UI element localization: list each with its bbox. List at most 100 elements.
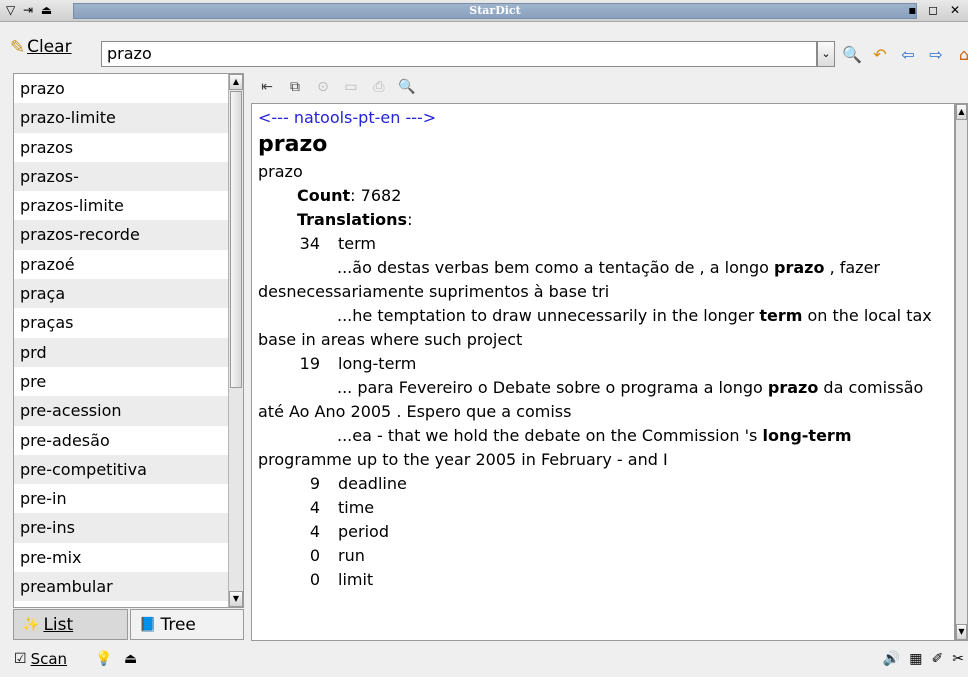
example-highlight: long-term xyxy=(762,426,852,445)
translation-row: 19 long-term xyxy=(258,352,948,376)
word-list-rows: prazo prazo-limite prazos prazos-prazos-lim… xyxy=(14,74,243,602)
tree-icon: 📘 xyxy=(139,616,157,633)
search-in-text-icon[interactable]: 🔍 xyxy=(398,78,416,96)
example-en: ...ea - that we hold the debate on the C… xyxy=(258,424,948,472)
pronounce-icon[interactable]: ⊙ xyxy=(314,78,332,96)
example-en: ...he temptation to draw unnecessarily i… xyxy=(258,304,948,352)
word-list-scrollbar[interactable]: ▲ ▼ xyxy=(228,74,243,607)
word-list-item[interactable]: pre-acession xyxy=(14,396,229,426)
next-icon[interactable]: ⇨ xyxy=(926,44,946,64)
translation-word: period xyxy=(338,522,389,541)
preferences-icon[interactable]: ✐ xyxy=(932,651,944,667)
title-strip[interactable]: StarDict xyxy=(73,3,917,19)
translations-colon: : xyxy=(407,210,413,229)
word-list-item[interactable]: prd xyxy=(14,337,229,367)
translation-word: limit xyxy=(338,570,374,589)
example-text: ... para Fevereiro o Debate sobre o prog… xyxy=(337,378,768,397)
word-list-item[interactable]: pre-in xyxy=(14,484,229,513)
translation-count: 4 xyxy=(309,522,320,541)
clear-button[interactable]: ✎ Clear xyxy=(10,34,72,60)
headword: prazo xyxy=(258,132,328,157)
word-list-item[interactable]: prazo xyxy=(14,74,229,103)
translation-row: 9 deadline xyxy=(258,472,948,496)
search-bar: ✎ Clear prazo ⌄ 🔍 ↶ ⇦ ⇨ ⌂ xyxy=(0,22,968,70)
translation-row: 0 run xyxy=(258,544,948,568)
word-list-item[interactable]: praças xyxy=(14,308,229,337)
status-right-icons: 🔊 ▦ ✐ ✂ xyxy=(883,651,964,667)
window-controls[interactable]: ▪ ◻ ✕ xyxy=(908,2,964,18)
example-pt: ...ão destas verbas bem como a tentação … xyxy=(258,256,948,304)
copy-icon[interactable]: ⧉ xyxy=(286,78,304,96)
example-text: ...ea - that we hold the debate on the C… xyxy=(337,426,763,445)
word-list-item[interactable]: pre-adesão xyxy=(14,426,229,455)
count-value: : 7682 xyxy=(350,186,402,205)
scan-toggle[interactable]: ☑ Scan xyxy=(14,650,67,668)
translation-count: 34 xyxy=(299,234,320,253)
count-line: Count: 7682 xyxy=(258,184,948,208)
translations-label: Translations xyxy=(297,210,408,229)
example-highlight: prazo xyxy=(774,258,825,277)
translation-count: 4 xyxy=(309,498,320,517)
scan-checkbox[interactable]: ☑ xyxy=(14,651,27,667)
translation-word: deadline xyxy=(338,474,407,493)
word-list-item[interactable]: prazoé xyxy=(14,250,229,279)
word-list-item[interactable]: prazos-limite xyxy=(14,191,229,220)
word-list-item[interactable]: preambular xyxy=(14,572,229,602)
word-list-item[interactable]: pre-ins xyxy=(14,513,229,543)
word-list-item[interactable]: prazo-limite xyxy=(14,103,229,133)
dict-manage-icon[interactable]: ▦ xyxy=(909,651,922,667)
previous-icon[interactable]: ⇦ xyxy=(898,44,918,64)
stardict-window: ▽ ⇥ ⏏ StarDict ▪ ◻ ✕ ✎ Clear prazo ⌄ 🔍 ↶… xyxy=(0,0,968,677)
word-list-item[interactable]: prazos-recorde xyxy=(14,220,229,250)
clear-label: Clear xyxy=(27,37,72,57)
scan-label: Scan xyxy=(30,650,68,668)
status-bar: ☑ Scan 💡 ⏏ 🔊 ▦ ✐ ✂ xyxy=(0,645,968,677)
history-dropdown-button[interactable]: ⌄ xyxy=(817,41,835,67)
translation-count: 0 xyxy=(309,546,320,565)
scroll-up-button[interactable]: ▲ xyxy=(229,74,243,90)
scroll-down-button[interactable]: ▼ xyxy=(229,591,243,607)
collapse-icon[interactable]: ⇤ xyxy=(258,78,276,96)
quit-icon[interactable]: ⏏ xyxy=(124,651,137,667)
example-pt: ... para Fevereiro o Debate sobre o prog… xyxy=(258,376,948,424)
list-icon: ✨ xyxy=(22,616,40,633)
home-icon[interactable]: ⌂ xyxy=(954,44,968,64)
tab-tree-label: Tree xyxy=(160,614,196,635)
scroll-down-button[interactable]: ▼ xyxy=(956,624,967,640)
word-list-item[interactable]: praça xyxy=(14,279,229,309)
title-bar: ▽ ⇥ ⏏ StarDict ▪ ◻ ✕ xyxy=(0,0,968,22)
lightbulb-icon[interactable]: 💡 xyxy=(95,651,112,667)
translation-count: 9 xyxy=(309,474,320,493)
tools-icon[interactable]: ✂ xyxy=(952,651,964,667)
window-title: StarDict xyxy=(469,4,521,17)
tab-list-label: List xyxy=(43,614,74,635)
scroll-thumb[interactable] xyxy=(230,91,242,388)
translation-word: long-term xyxy=(338,354,417,373)
find-icon[interactable]: 🔍 xyxy=(842,44,862,64)
definition-toolbar: ⇤ ⧉ ⊙ ▭ ⎙ 🔍 xyxy=(252,75,416,99)
back-icon[interactable]: ↶ xyxy=(870,44,890,64)
example-highlight: term xyxy=(759,306,803,325)
word-list-item[interactable]: prazos xyxy=(14,133,229,162)
search-input[interactable]: prazo xyxy=(101,41,817,67)
window-menu-icons[interactable]: ▽ ⇥ ⏏ xyxy=(6,2,54,18)
tab-tree[interactable]: 📘 Tree xyxy=(130,609,244,640)
view-tabs: ✨ List 📘 Tree xyxy=(13,609,244,641)
translation-count: 19 xyxy=(299,354,320,373)
definition-pane[interactable]: <--- natools-pt-en ---> prazo prazo Coun… xyxy=(251,103,955,641)
translation-count: 0 xyxy=(309,570,320,589)
word-list-item[interactable]: prazos- xyxy=(14,161,229,192)
word-list-item[interactable]: pre-competitiva xyxy=(14,454,229,485)
broom-icon: ✎ xyxy=(10,36,26,58)
headword-form: prazo xyxy=(258,162,303,181)
word-list-item[interactable]: pre xyxy=(14,367,229,396)
print-icon[interactable]: ⎙ xyxy=(370,78,388,96)
word-list-item[interactable]: pre-mix xyxy=(14,543,229,572)
example-highlight: prazo xyxy=(767,378,819,397)
search-toolbar: 🔍 ↶ ⇦ ⇨ ⌂ xyxy=(842,41,968,67)
definition-scrollbar[interactable]: ▲ ▼ xyxy=(955,103,968,641)
scroll-up-button[interactable]: ▲ xyxy=(956,104,967,120)
pronounce-status-icon[interactable]: 🔊 xyxy=(883,651,900,667)
save-icon[interactable]: ▭ xyxy=(342,78,360,96)
tab-list[interactable]: ✨ List xyxy=(13,609,128,640)
